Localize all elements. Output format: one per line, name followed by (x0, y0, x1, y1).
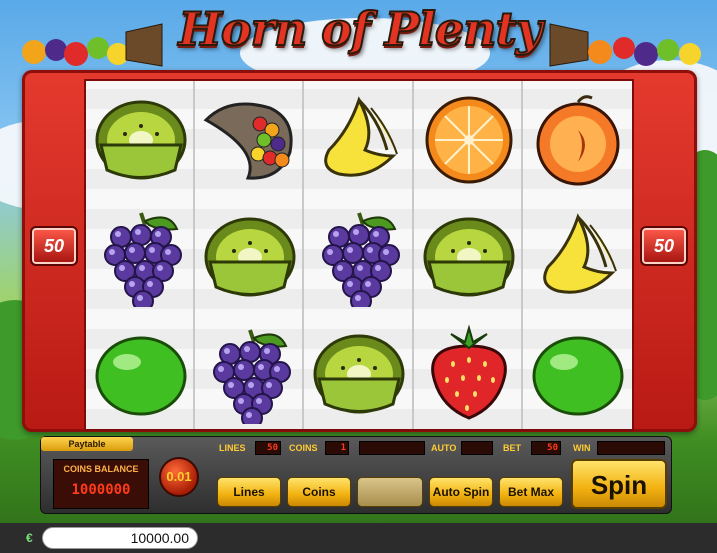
bet-value: 50 (531, 441, 561, 455)
reel-symbol (86, 315, 196, 432)
coins-balance-label: COINS BALANCE (63, 464, 139, 474)
reel-symbol (304, 315, 414, 432)
paytable-button[interactable]: Paytable (41, 437, 133, 451)
win-display (597, 441, 665, 455)
reel-symbol (414, 81, 524, 198)
coins-balance-display: COINS BALANCE 1000000 (53, 459, 149, 509)
reel-symbol (523, 198, 633, 315)
lime-icon (532, 336, 624, 415)
kiwi-icon (204, 217, 296, 296)
win-label: WIN (573, 443, 591, 453)
coins-button[interactable]: Coins (287, 477, 351, 507)
reel-symbol (414, 315, 524, 432)
bet-max-button[interactable]: Bet Max (499, 477, 563, 507)
auto-label: AUTO (431, 443, 457, 453)
reel-3 (304, 81, 414, 432)
lines-label: LINES (219, 443, 246, 453)
blank-button[interactable] (357, 477, 423, 507)
reel-symbol (195, 198, 305, 315)
reel-symbol (195, 81, 305, 198)
reel-symbol (195, 315, 305, 432)
payline-indicator-left[interactable]: 50 (30, 226, 78, 266)
kiwi-icon (423, 217, 515, 296)
peach-icon (536, 94, 620, 185)
reel-4 (413, 81, 524, 432)
strawberry-icon (430, 323, 507, 420)
fruit-pile-left-icon (22, 23, 163, 67)
lines-value: 50 (255, 441, 281, 455)
game-stage: Horn of Plenty 50 50 Paytable COINS BALA… (0, 0, 717, 553)
coin-value-token[interactable]: 0.01 (159, 457, 199, 497)
reel-1 (86, 81, 196, 432)
fruit-pile-right-icon (549, 23, 701, 67)
reel-5 (522, 81, 633, 432)
game-title: Horn of Plenty (177, 1, 543, 57)
reel-symbol (86, 198, 196, 315)
reel-grid (84, 79, 634, 431)
currency-icon: € (26, 531, 33, 545)
reel-symbol (523, 81, 633, 198)
reel-symbol (304, 198, 414, 315)
spin-button[interactable]: Spin (571, 459, 667, 509)
grapes-icon (104, 211, 182, 307)
payline-indicator-right[interactable]: 50 (640, 226, 688, 266)
control-console: Paytable COINS BALANCE 1000000 0.01 LINE… (40, 436, 672, 514)
reel-symbol (86, 81, 196, 198)
coins-value: 1 (325, 441, 349, 455)
cornucopia-icon (203, 102, 293, 180)
banana-icon (324, 95, 399, 177)
coins-balance-value: 1000000 (71, 482, 131, 498)
auto-display (461, 441, 493, 455)
coins-label: COINS (289, 443, 318, 453)
logo-bar: Horn of Plenty (0, 0, 717, 72)
reel-symbol (523, 315, 633, 432)
lines-button[interactable]: Lines (217, 477, 281, 507)
grapes-icon (322, 211, 401, 307)
bet-label: BET (503, 443, 521, 453)
footer-bar: € 10000.00 (0, 523, 717, 553)
kiwi-icon (95, 100, 187, 179)
reel-symbol (414, 198, 524, 315)
reel-2 (195, 81, 305, 432)
auto-spin-button[interactable]: Auto Spin (429, 477, 493, 507)
reel-symbol (304, 81, 414, 198)
kiwi-icon (313, 334, 405, 413)
orange-icon (425, 96, 513, 183)
banana-icon (543, 212, 617, 294)
balance-display: 10000.00 (42, 527, 198, 549)
grapes-icon (213, 328, 292, 424)
lime-icon (95, 336, 187, 415)
message-display (359, 441, 425, 455)
